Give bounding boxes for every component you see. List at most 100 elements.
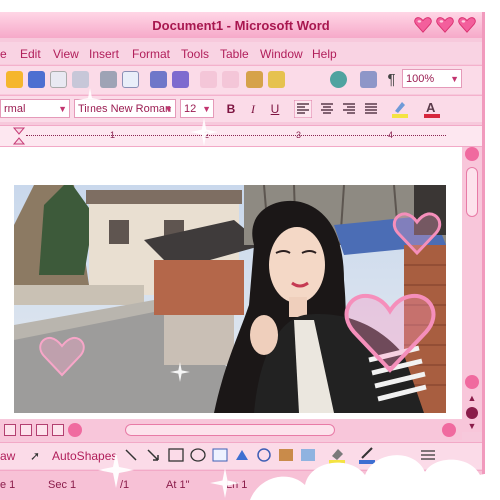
rectangle-tool-icon[interactable]	[168, 448, 184, 462]
justify-icon[interactable]	[362, 100, 380, 118]
italic-button[interactable]: I	[244, 100, 262, 118]
scroll-right-button[interactable]	[442, 423, 456, 437]
diagram-icon[interactable]	[256, 448, 272, 462]
window-title: Document1 - Microsoft Word	[152, 18, 330, 33]
line-style-icon[interactable]	[420, 448, 436, 462]
scroll-left-button[interactable]	[68, 423, 82, 437]
chevron-down-icon: ▼	[450, 74, 459, 84]
oval-tool-icon[interactable]	[190, 448, 206, 462]
align-left-icon[interactable]	[294, 100, 312, 118]
status-section: Sec 1	[48, 479, 77, 491]
open-icon[interactable]	[6, 71, 23, 88]
cut-icon[interactable]	[172, 71, 189, 88]
permission-icon[interactable]	[50, 71, 67, 88]
horizontal-ruler[interactable]: 1 2 3 4	[0, 125, 482, 147]
fill-color-icon[interactable]	[328, 446, 348, 464]
chevron-down-icon: ▼	[164, 104, 173, 114]
vertical-scroll-thumb[interactable]	[466, 167, 478, 217]
horizontal-scrollbar[interactable]	[0, 420, 462, 440]
view-buttons	[4, 424, 64, 436]
research-icon[interactable]	[150, 71, 167, 88]
picture-icon[interactable]	[300, 448, 316, 462]
scroll-down-button[interactable]	[465, 375, 479, 389]
select-browse-object-icon[interactable]	[466, 407, 478, 419]
print-view-icon[interactable]	[36, 424, 48, 436]
horizontal-scroll-thumb[interactable]	[125, 424, 335, 436]
chevron-down-icon: ▼	[202, 104, 211, 114]
style-value: rmal	[4, 103, 26, 115]
previous-page-icon[interactable]: ▲	[466, 393, 478, 405]
draw-menu[interactable]: aw	[0, 449, 15, 463]
vertical-scrollbar[interactable]: ▲ ▼	[462, 147, 482, 432]
font-color-icon[interactable]: A	[422, 99, 444, 119]
font-size-select[interactable]: 12 ▼	[180, 99, 214, 118]
indent-marker-icon[interactable]	[12, 127, 26, 145]
undo-icon[interactable]	[268, 71, 285, 88]
menu-insert[interactable]: Insert	[89, 47, 119, 61]
menu-bar: e Edit View Insert Format Tools Table Wi…	[0, 42, 482, 64]
font-size-value: 12	[184, 103, 197, 115]
status-line: Ln 1	[226, 479, 248, 491]
zoom-value: 100%	[406, 73, 435, 85]
heart-maximize-icon[interactable]	[436, 16, 454, 34]
font-select[interactable]: Times New Roman ▼	[74, 99, 176, 118]
outline-view-icon[interactable]	[52, 424, 64, 436]
select-objects-icon[interactable]: ➚	[30, 449, 40, 463]
inserted-photo[interactable]	[14, 185, 446, 413]
ruler-track	[26, 135, 446, 136]
save-icon[interactable]	[28, 71, 45, 88]
formatting-toolbar: rmal ▼ Times New Roman ▼ 12 ▼ B I U A	[0, 95, 482, 122]
window-controls	[414, 16, 476, 34]
align-right-icon[interactable]	[340, 100, 358, 118]
drawing-toolbar: aw ➚ AutoShapes	[0, 442, 482, 469]
line-tool-icon[interactable]	[124, 448, 138, 462]
menu-table[interactable]: Table	[220, 47, 249, 61]
ruler-number: 3	[296, 130, 302, 140]
status-position: At 1"	[166, 479, 190, 491]
ruler-number: 4	[388, 130, 394, 140]
next-page-icon[interactable]: ▼	[466, 421, 478, 433]
heart-close-icon[interactable]	[458, 16, 476, 34]
menu-format[interactable]: Format	[132, 47, 170, 61]
print-preview-icon[interactable]	[100, 71, 117, 88]
web-view-icon[interactable]	[20, 424, 32, 436]
bold-button[interactable]: B	[222, 100, 240, 118]
style-select[interactable]: rmal ▼	[0, 99, 70, 118]
copy-icon[interactable]	[200, 71, 217, 88]
svg-text:A: A	[426, 100, 436, 115]
menu-tools[interactable]: Tools	[181, 47, 209, 61]
document-page[interactable]	[0, 147, 462, 419]
wordart-icon[interactable]	[234, 448, 250, 462]
title-bar: Document1 - Microsoft Word	[0, 12, 482, 38]
font-value: Times New Roman	[78, 103, 172, 115]
show-hide-icon[interactable]: ¶	[383, 71, 400, 88]
menu-help[interactable]: Help	[312, 47, 337, 61]
spelling-icon[interactable]	[122, 71, 139, 88]
paste-icon[interactable]	[222, 71, 239, 88]
line-color-icon[interactable]	[358, 446, 378, 464]
heart-minimize-icon[interactable]	[414, 16, 432, 34]
align-center-icon[interactable]	[318, 100, 336, 118]
menu-view[interactable]: View	[53, 47, 79, 61]
menu-edit[interactable]: Edit	[20, 47, 41, 61]
print-icon[interactable]	[72, 71, 89, 88]
underline-button[interactable]: U	[266, 100, 284, 118]
text-box-icon[interactable]	[212, 448, 228, 462]
status-bar: e 1 Sec 1 /1 At 1" Ln 1	[0, 470, 482, 500]
hyperlink-icon[interactable]	[330, 71, 347, 88]
scroll-up-button[interactable]	[465, 147, 479, 161]
menu-file[interactable]: e	[0, 47, 7, 61]
zoom-select[interactable]: 100% ▼	[402, 69, 462, 88]
word-window: Document1 - Microsoft Word e Edit View I…	[0, 12, 485, 500]
tables-icon[interactable]	[360, 71, 377, 88]
menu-window[interactable]: Window	[260, 47, 303, 61]
normal-view-icon[interactable]	[4, 424, 16, 436]
autoshapes-menu[interactable]: AutoShapes	[52, 449, 117, 463]
arrow-tool-icon[interactable]	[146, 448, 160, 462]
format-painter-icon[interactable]	[246, 71, 263, 88]
highlight-icon[interactable]	[390, 99, 412, 119]
clip-art-icon[interactable]	[278, 448, 294, 462]
chevron-down-icon: ▼	[58, 104, 67, 114]
ruler-number: 1	[110, 130, 116, 140]
ruler-number: 2	[204, 130, 210, 140]
